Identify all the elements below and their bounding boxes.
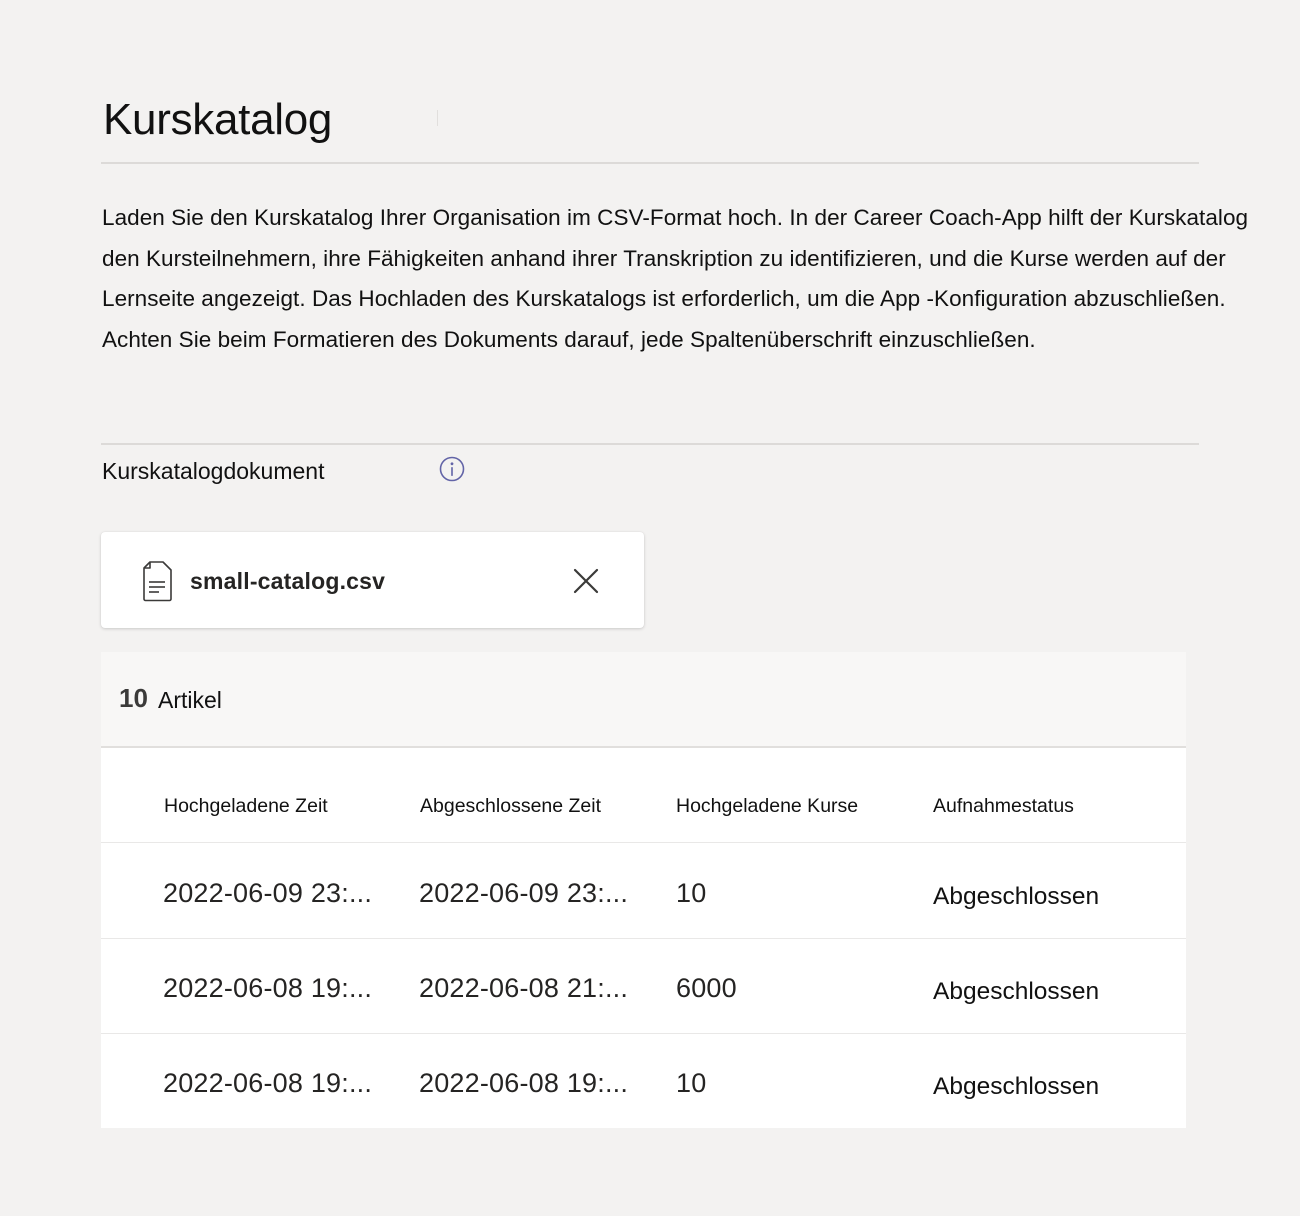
column-header-uploaded-time[interactable]: Hochgeladene Zeit [164,793,328,819]
cell-uploaded-courses: 10 [676,1068,707,1098]
table-row[interactable]: 2022-06-09 23:... 2022-06-09 23:... 10 A… [101,843,1186,938]
title-divider [101,162,1199,164]
cell-completed-time: 2022-06-08 21:... [419,973,629,1003]
item-count: 10 [119,683,148,713]
cell-uploaded-courses: 10 [676,878,707,908]
document-field-label: Kurskatalogdokument [102,458,325,484]
cell-ingestion-status: Abgeschlossen [933,978,1100,1005]
uploaded-file-card: small-catalog.csv [101,532,644,628]
cell-uploaded-courses: 6000 [676,973,737,1003]
column-header-ingestion-status[interactable]: Aufnahmestatus [933,793,1074,819]
column-header-uploaded-courses[interactable]: Hochgeladene Kurse [676,793,858,819]
table-row[interactable]: 2022-06-08 19:... 2022-06-08 19:... 10 A… [101,1034,1186,1128]
title-caret [437,110,438,126]
table-summary-bar: 10 Artikel [101,652,1186,748]
page-description: Laden Sie den Kurskatalog Ihrer Organisa… [102,205,1249,352]
cell-uploaded-time: 2022-06-09 23:... [163,878,373,908]
close-icon [573,568,599,594]
remove-file-button[interactable] [567,562,605,600]
cell-uploaded-time: 2022-06-08 19:... [163,1068,373,1098]
column-header-completed-time[interactable]: Abgeschlossene Zeit [420,793,601,819]
cell-uploaded-time: 2022-06-08 19:... [163,973,373,1003]
cell-ingestion-status: Abgeschlossen [933,883,1100,910]
info-circle-icon[interactable] [438,455,466,483]
cell-ingestion-status: Abgeschlossen [933,1073,1100,1100]
upload-history-table: 10 Artikel Hochgeladene Zeit Abgeschloss… [101,652,1186,1128]
cell-completed-time: 2022-06-09 23:... [419,878,629,908]
item-count-label: Artikel [158,687,222,713]
page-title: Kurskatalog [103,95,333,144]
file-name: small-catalog.csv [190,568,386,594]
document-icon [141,560,173,602]
cell-completed-time: 2022-06-08 19:... [419,1068,629,1098]
table-row[interactable]: 2022-06-08 19:... 2022-06-08 21:... 6000… [101,939,1186,1034]
section-divider [101,443,1199,445]
